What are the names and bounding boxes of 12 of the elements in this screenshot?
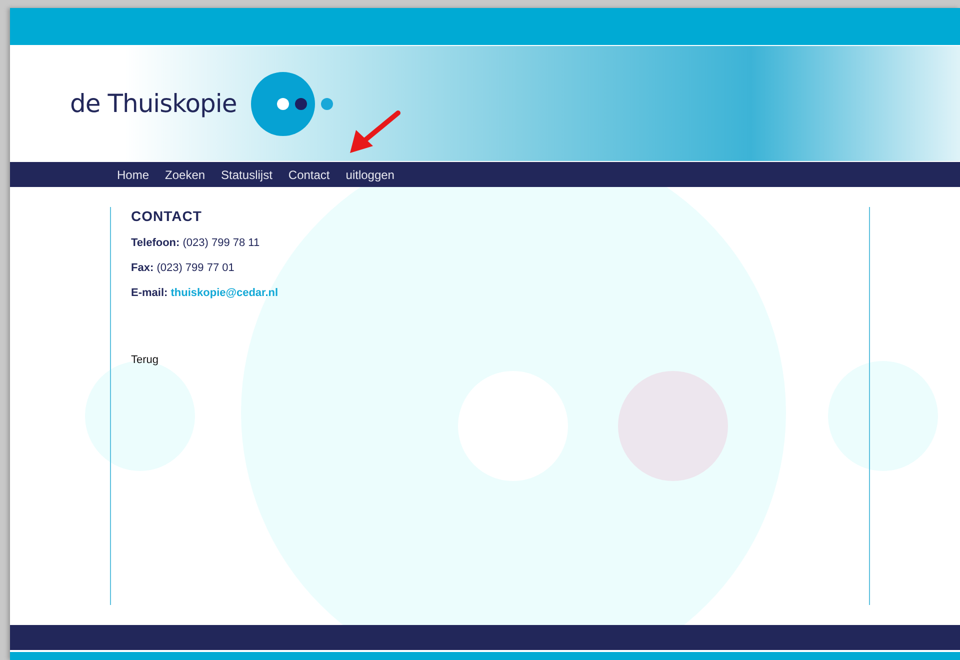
page-heading: CONTACT	[131, 207, 203, 224]
logo-text: de Thuiskopie	[70, 89, 237, 118]
contact-detail: Telefoon: (023) 799 78 11	[131, 237, 261, 249]
logo-icon	[250, 70, 335, 136]
nav-link[interactable]: Zoeken	[165, 168, 206, 182]
contact-detail: Fax: (023) 799 77 01	[131, 262, 236, 274]
nav-link[interactable]: Contact	[288, 168, 330, 182]
back-link[interactable]: Terug	[131, 354, 159, 366]
nav-link[interactable]: Home	[117, 168, 150, 182]
nav-link[interactable]: uitloggen	[346, 168, 394, 182]
nav-link[interactable]: Statuslijst	[221, 168, 272, 182]
contact-detail: E-mail: thuiskopie@cedar.nl	[131, 287, 280, 299]
